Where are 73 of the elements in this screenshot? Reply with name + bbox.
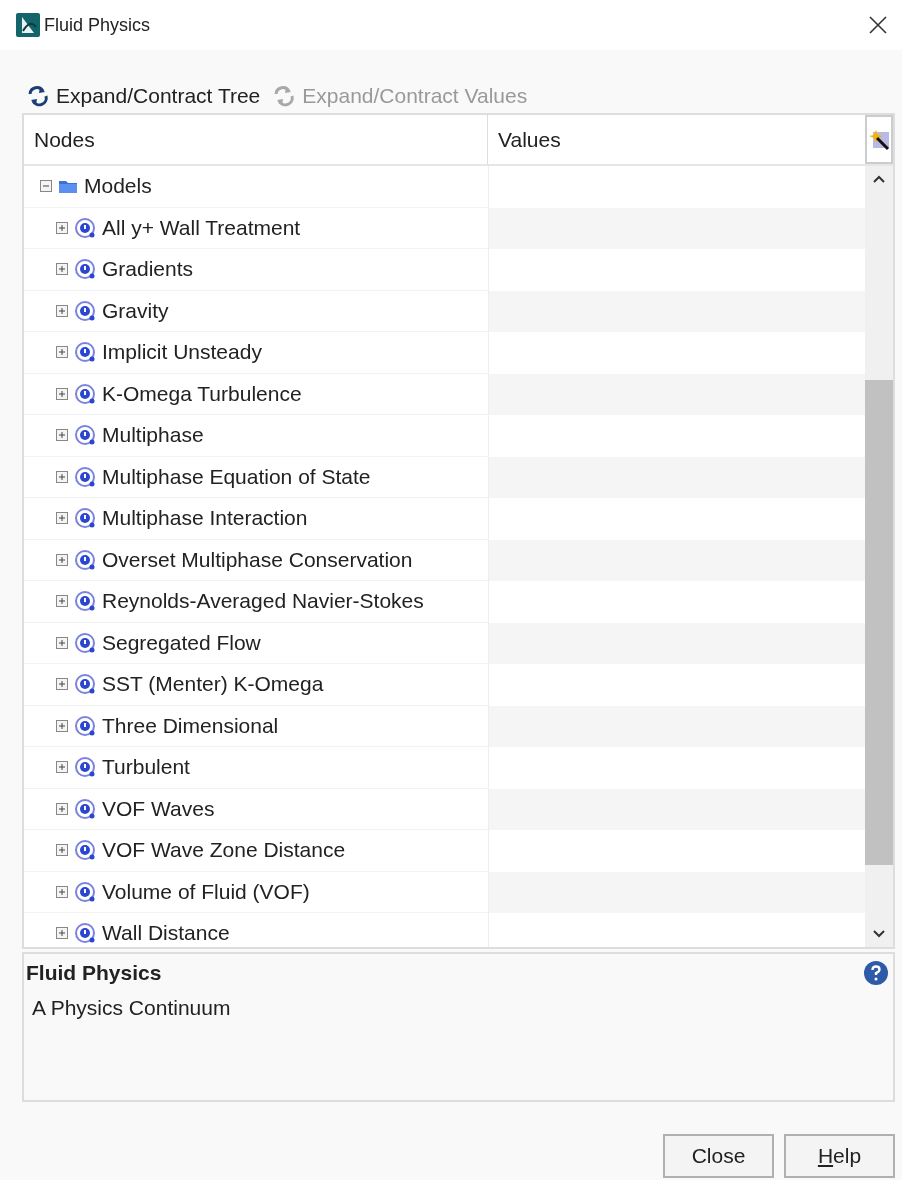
tree-node[interactable]: Volume of Fluid (VOF) — [102, 879, 310, 904]
tree-node[interactable]: Multiphase — [102, 423, 204, 448]
model-node-icon — [74, 673, 96, 696]
column-header[interactable]: Nodes — [24, 115, 488, 164]
expand-icon[interactable] — [56, 429, 68, 442]
expand-icon[interactable] — [56, 844, 68, 857]
model-node-icon — [74, 382, 96, 405]
tree-node[interactable]: K-Omega Turbulence — [102, 381, 302, 406]
description-title: Fluid Physics — [26, 961, 162, 985]
expand-icon[interactable] — [56, 512, 68, 525]
model-node-icon — [74, 714, 96, 737]
window-title: Fluid Physics — [44, 14, 151, 36]
tree-node[interactable]: VOF Waves — [102, 796, 215, 821]
expand-icon[interactable] — [56, 346, 68, 359]
tree-node[interactable]: Models — [84, 174, 152, 199]
expand-icon[interactable] — [56, 304, 68, 317]
tree-node[interactable]: Turbulent — [102, 755, 190, 780]
tree-node[interactable]: Reynolds-Averaged Navier-Stokes — [102, 589, 424, 614]
dialog-button[interactable]: Close — [663, 1134, 774, 1178]
expand-icon[interactable] — [56, 678, 68, 691]
expand-icon[interactable] — [56, 927, 68, 940]
tree-node[interactable]: SST (Menter) K-Omega — [102, 672, 324, 697]
dialog-button[interactable]: Help — [784, 1134, 895, 1178]
model-node-icon — [74, 341, 96, 364]
expand-icon[interactable] — [56, 595, 68, 608]
model-node-icon — [74, 424, 96, 447]
tree-node[interactable]: Three Dimensional — [102, 713, 279, 738]
model-node-icon — [74, 548, 96, 571]
tree-node[interactable]: Segregated Flow — [102, 630, 261, 655]
toolbar-button[interactable]: Expand/Contract Tree — [22, 84, 265, 108]
model-node-icon — [74, 465, 96, 488]
column-header[interactable]: Values — [488, 115, 865, 164]
scroll-down-icon[interactable] — [872, 929, 886, 939]
refresh-icon — [26, 84, 50, 108]
expand-icon[interactable] — [56, 885, 68, 898]
model-node-icon — [74, 507, 96, 530]
expand-icon[interactable] — [56, 719, 68, 732]
model-node-icon — [74, 880, 96, 903]
expand-icon[interactable] — [56, 761, 68, 774]
scroll-thumb[interactable] — [865, 380, 893, 865]
description-text: A Physics Continuum — [32, 996, 232, 1020]
tree-node[interactable]: Gravity — [102, 298, 169, 323]
tree-node[interactable]: All y+ Wall Treatment — [102, 215, 301, 240]
model-node-icon — [74, 299, 96, 322]
expand-icon[interactable] — [56, 802, 68, 815]
model-node-icon — [74, 631, 96, 654]
model-node-icon — [74, 922, 96, 945]
model-node-icon — [74, 797, 96, 820]
refresh-icon — [272, 84, 297, 108]
expand-icon[interactable] — [56, 221, 68, 234]
model-node-icon — [74, 756, 96, 779]
tree-node[interactable]: Gradients — [102, 257, 194, 282]
tree-node[interactable]: Wall Distance — [102, 921, 230, 946]
model-node-icon — [74, 839, 96, 862]
expand-icon[interactable] — [56, 470, 68, 483]
tree-node[interactable]: VOF Wave Zone Distance — [102, 838, 346, 863]
close-icon[interactable] — [868, 15, 888, 35]
tree-node[interactable]: Implicit Unsteady — [102, 340, 262, 365]
model-node-icon — [74, 258, 96, 281]
expand-icon[interactable] — [56, 387, 68, 400]
expand-icon[interactable] — [56, 636, 68, 649]
collapse-icon[interactable] — [40, 180, 52, 193]
tree-node[interactable]: Overset Multiphase Conservation — [102, 547, 413, 572]
tree-node[interactable]: Multiphase Interaction — [102, 506, 308, 531]
expand-icon[interactable] — [56, 263, 68, 276]
tree-node[interactable]: Multiphase Equation of State — [102, 464, 371, 489]
expand-icon[interactable] — [56, 553, 68, 566]
app-logo-icon — [16, 13, 40, 37]
model-node-icon — [74, 216, 96, 239]
scroll-up-icon[interactable] — [872, 174, 886, 184]
help-icon[interactable] — [863, 960, 889, 986]
model-node-icon — [74, 590, 96, 613]
scrollbar[interactable] — [865, 166, 893, 947]
